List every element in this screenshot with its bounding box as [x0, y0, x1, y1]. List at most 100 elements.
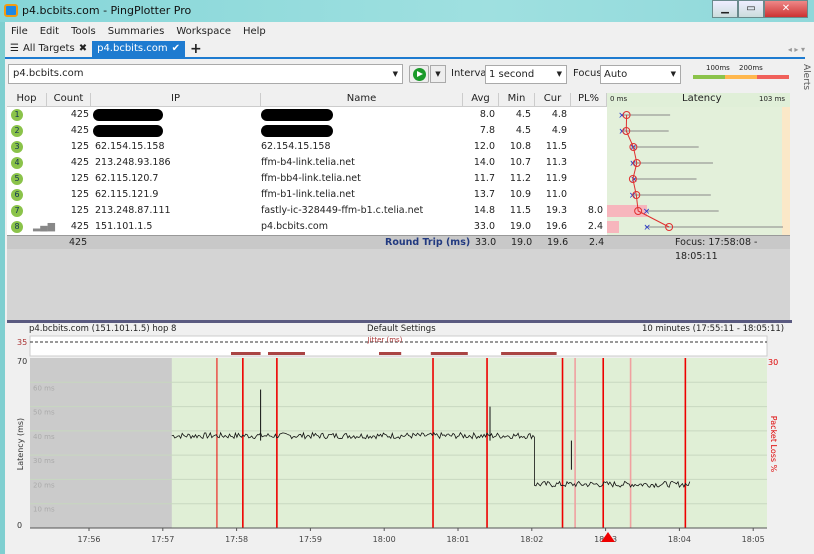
hop-min: 10.9: [509, 189, 531, 200]
hop-row[interactable]: 6 125 62.115.121.9 ffm-b1-link.telia.net 13.…: [7, 187, 607, 203]
list-icon: ☰: [10, 43, 19, 54]
hop-cur: 11.3: [545, 157, 567, 168]
menu-edit[interactable]: Edit: [34, 24, 65, 40]
interval-value: 1 second: [489, 69, 535, 80]
close-icon[interactable]: ✖: [79, 41, 87, 57]
menu-workspace[interactable]: Workspace: [170, 24, 237, 40]
tab-scroll-icons[interactable]: ◂ ▸ ▾: [788, 45, 805, 54]
x-tick-label: 17:56: [77, 535, 100, 544]
menu-tools[interactable]: Tools: [65, 24, 102, 40]
col-name[interactable]: Name: [261, 93, 463, 107]
hop-avg: 33.0: [473, 221, 495, 232]
interval-label: Interval: [451, 68, 490, 79]
interval-select[interactable]: 1 second ▼: [485, 65, 567, 84]
latency-mini-graph: ××××××××: [607, 107, 790, 235]
hop-status-icon: 2: [11, 125, 23, 137]
hop-row[interactable]: 2 425 7.8 4.5 4.9: [7, 123, 607, 139]
add-tab-button[interactable]: +: [185, 41, 207, 57]
redacted-ip: [93, 109, 163, 121]
summary-pl: 2.4: [589, 237, 605, 248]
start-options-dropdown[interactable]: ▼: [430, 65, 446, 83]
hop-row[interactable]: 4 425 213.248.93.186 ffm-b4-link.telia.net 1…: [7, 155, 607, 171]
col-pl[interactable]: PL%: [571, 93, 607, 107]
timeline-graph[interactable]: Jitter (ms) 35 60 ms 50 ms 40 ms 30 ms 20 ms 10…: [5, 334, 795, 554]
hop-ip: 213.248.93.186: [95, 157, 171, 168]
tab-label: p4.bcbits.com: [97, 43, 168, 54]
summary-label: Round Trip (ms): [385, 237, 471, 248]
jitter-label: Jitter (ms): [367, 336, 403, 344]
app-icon: [4, 4, 18, 17]
focus-range: Focus: 17:58:08 - 18:05:11: [675, 237, 758, 262]
y-tick-label: 50 ms: [33, 409, 55, 417]
menu-summaries[interactable]: Summaries: [102, 24, 171, 40]
menu-file[interactable]: File: [5, 24, 34, 40]
graph-settings-label[interactable]: Default Settings: [367, 324, 436, 334]
menu-bar: File Edit Tools Summaries Workspace Help: [5, 24, 272, 40]
scale-200-label: 200ms: [739, 64, 763, 72]
col-cur[interactable]: Cur: [535, 93, 571, 107]
hop-status-icon: 5: [11, 173, 23, 185]
hop-count: 425: [70, 109, 89, 120]
target-input[interactable]: p4.bcbits.com ▼: [8, 64, 403, 84]
hop-name: ffm-b4-link.telia.net: [261, 157, 355, 168]
current-marker: ×: [643, 223, 651, 233]
hop-min: 19.0: [509, 221, 531, 232]
hop-status-icon: 6: [11, 189, 23, 201]
hop-avg: 13.7: [473, 189, 495, 200]
summary-row: 425 Round Trip (ms) 33.0 19.0 19.6 2.4 F…: [7, 235, 790, 262]
x-tick-label: 18:01: [446, 535, 469, 544]
col-ip[interactable]: IP: [91, 93, 261, 107]
x-tick-label: 17:58: [225, 535, 248, 544]
current-marker: ×: [618, 127, 626, 137]
summary-count: 425: [69, 237, 88, 248]
summary-min: 19.0: [511, 237, 533, 248]
y2-max-label: 30: [768, 358, 778, 367]
hop-ip: 151.101.1.5: [95, 221, 153, 232]
hop-name: ffm-bb4-link.telia.net: [261, 173, 361, 184]
jitter-max: 35: [17, 338, 27, 347]
lat-title: Latency: [682, 93, 722, 104]
hop-cur: 11.9: [545, 173, 567, 184]
menu-help[interactable]: Help: [237, 24, 272, 40]
tab-label: All Targets: [22, 43, 75, 54]
close-button[interactable]: ✕: [764, 0, 808, 18]
col-hop[interactable]: Hop: [7, 93, 47, 107]
minimize-button[interactable]: ▁: [712, 0, 738, 18]
hop-row[interactable]: 5 125 62.115.120.7 ffm-bb4-link.telia.net 11…: [7, 171, 607, 187]
chevron-down-icon[interactable]: ▼: [393, 65, 398, 83]
hop-cur: 19.3: [545, 205, 567, 216]
start-trace-button[interactable]: [409, 65, 429, 83]
hop-avg: 12.0: [473, 141, 495, 152]
hop-avg: 11.7: [473, 173, 495, 184]
hop-row[interactable]: 7 125 213.248.87.111 fastly-ic-328449-ffm-b…: [7, 203, 607, 219]
hop-ip: 213.248.87.111: [95, 205, 171, 216]
y-tick-label: 40 ms: [33, 433, 55, 441]
hop-row[interactable]: 3 125 62.154.15.158 62.154.15.158 12.0 10.8 11…: [7, 139, 607, 155]
col-count[interactable]: Count: [47, 93, 91, 107]
hop-pl: 2.4: [587, 221, 603, 232]
graph-range-label[interactable]: 10 minutes (17:55:11 - 18:05:11): [642, 324, 784, 334]
focus-select[interactable]: Auto ▼: [600, 65, 681, 84]
maximize-button[interactable]: ▭: [738, 0, 764, 18]
y-tick-label: 20 ms: [33, 481, 55, 489]
focus-label: Focus: [573, 68, 602, 79]
hop-cur: 11.5: [545, 141, 567, 152]
hop-row[interactable]: 1 425 8.0 4.5 4.8: [7, 107, 607, 123]
hop-row[interactable]: 8 ▂▄▆ 425 151.101.1.5 p4.bcbits.com 33.0 19.0 1…: [7, 219, 607, 235]
grid-header: Hop Count IP Name Avg Min Cur PL% 0 ms L…: [7, 92, 790, 107]
hop-count: 425: [70, 221, 89, 232]
play-icon: [413, 68, 426, 81]
col-min[interactable]: Min: [499, 93, 535, 107]
alerts-panel-tab[interactable]: Alerts: [791, 62, 811, 322]
tab-p4-bcbits[interactable]: p4.bcbits.com ✔: [92, 41, 186, 57]
col-avg[interactable]: Avg: [463, 93, 499, 107]
hop-name: 62.154.15.158: [261, 141, 331, 152]
hop-avg: 7.8: [479, 125, 495, 136]
pane-splitter[interactable]: [7, 320, 792, 323]
hop-status-icon: 8: [11, 221, 23, 233]
hop-count: 425: [70, 157, 89, 168]
bar-chart-icon[interactable]: ▂▄▆: [33, 219, 55, 235]
hop-pl: 8.0: [587, 205, 603, 216]
x-tick-label: 18:05: [742, 535, 765, 544]
tab-all-targets[interactable]: ☰ All Targets ✖: [5, 41, 92, 57]
